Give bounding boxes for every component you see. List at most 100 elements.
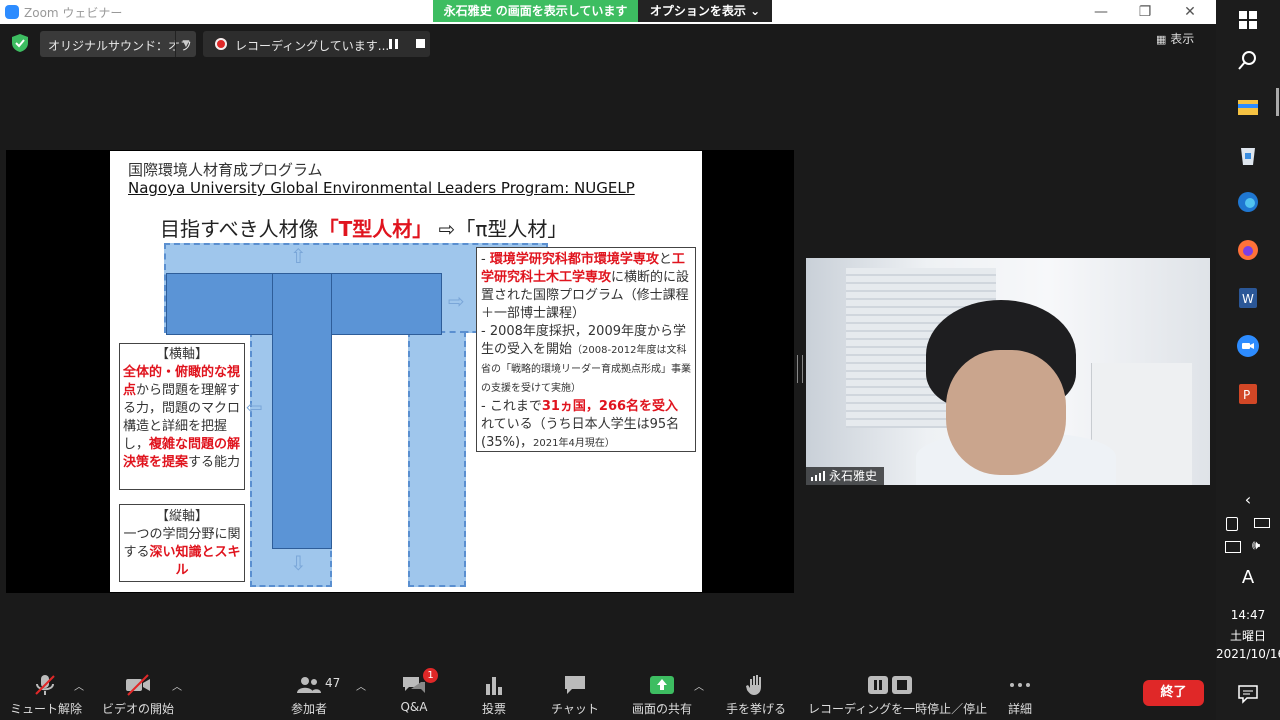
window-title: Zoom ウェビナー — [24, 6, 123, 20]
maximize-icon[interactable]: ❐ — [1130, 2, 1160, 22]
view-options-button[interactable]: オプションを表示 ⌄ — [638, 0, 772, 22]
pause-stop-recording-icon — [868, 676, 912, 694]
arrow-down-icon: ⇩ — [290, 551, 307, 575]
participant-name-tag: 永石雅史 — [806, 467, 884, 485]
microphone-muted-icon — [35, 675, 55, 695]
svg-text:W: W — [1242, 292, 1254, 306]
participants-options-caret[interactable]: ︿ — [356, 678, 366, 693]
video-off-icon — [126, 674, 150, 696]
unmute-button[interactable]: ミュート解除 — [10, 662, 83, 720]
powerpoint-icon[interactable]: P — [1236, 382, 1260, 406]
info-red-3: 31ヵ国，266名を受入 — [541, 399, 679, 414]
participants-button[interactable]: 参加者 — [282, 662, 336, 720]
network-icon[interactable] — [1225, 541, 1241, 553]
security-shield-icon[interactable] — [12, 34, 28, 52]
firefox-icon[interactable] — [1236, 238, 1260, 262]
slide-heading: 目指すべき人材像「T型人材」 ⇨「π型人材」 — [160, 213, 567, 242]
active-indicator — [1276, 88, 1279, 116]
original-sound-toggle[interactable]: オリジナルサウンド：オフ ▼ — [40, 31, 196, 57]
start-video-label: ビデオの開始 — [101, 702, 174, 716]
horizontal-axis-box: 【横軸】 全体的・俯瞰的な視点から問題を理解する力，問題のマクロ構造と詳細を把握… — [119, 343, 245, 490]
volume-icon[interactable]: 🕪 — [1252, 538, 1260, 553]
recording-control-button[interactable]: レコーディングを一時停止／停止 — [808, 662, 988, 720]
polls-icon — [486, 677, 502, 695]
zoom-taskbar-icon[interactable] — [1236, 334, 1260, 358]
view-options-label: オプションを表示 — [649, 4, 746, 18]
more-button[interactable]: 詳細 — [998, 662, 1042, 720]
participant-video[interactable] — [806, 258, 1210, 485]
program-info-box: - 環境学研究科都市環境学専攻と工学研究科土木工学専攻に横断的に設置された国際プ… — [476, 247, 696, 452]
video-options-caret[interactable]: ︿ — [172, 678, 182, 693]
shared-screen: 国際環境人材育成プログラム Nagoya University Global E… — [6, 150, 794, 593]
polls-button[interactable]: 投票 — [472, 662, 516, 720]
usb-icon[interactable] — [1226, 517, 1238, 531]
chevron-left-icon[interactable]: ‹ — [1216, 490, 1280, 509]
panel-splitter-handle[interactable] — [797, 355, 803, 383]
minimize-icon[interactable]: — — [1086, 2, 1116, 22]
horizontal-text-2: する能力 — [188, 455, 241, 470]
arrow-right-icon: ⇨ — [448, 289, 465, 313]
raise-hand-button[interactable]: 手を挙げる — [724, 662, 788, 720]
chat-button[interactable]: チャット — [548, 662, 602, 720]
battery-icon[interactable] — [1254, 518, 1270, 528]
svg-text:P: P — [1243, 388, 1250, 402]
unmute-label: ミュート解除 — [10, 702, 83, 716]
info-text-4: - これまで — [481, 399, 542, 414]
ime-indicator[interactable]: A — [1216, 567, 1280, 588]
heading-t-type: 「T型人材」 — [318, 217, 433, 241]
info-text-4-block: - これまで31ヵ国，266名を受入れている（うち日本人学生は95名(35%)，… — [481, 398, 691, 453]
qa-label: Q&A — [400, 700, 428, 714]
more-dots-icon — [1010, 683, 1030, 687]
end-button[interactable]: 終了 — [1143, 680, 1204, 706]
recording-control-label: レコーディングを一時停止／停止 — [808, 702, 988, 716]
vertical-axis-box: 【縦軸】 一つの学問分野に関する深い知識とスキル — [119, 504, 245, 582]
clock-time[interactable]: 14:47 — [1216, 608, 1280, 622]
windows-start-icon[interactable] — [1236, 8, 1260, 32]
polls-label: 投票 — [481, 702, 506, 716]
participants-count: 47 — [325, 676, 341, 690]
share-options-caret[interactable]: ︿ — [694, 678, 704, 693]
word-icon[interactable]: W — [1236, 286, 1260, 310]
share-screen-button[interactable]: 画面の共有 — [628, 662, 696, 720]
notification-center-icon[interactable] — [1236, 682, 1260, 706]
presentation-slide: 国際環境人材育成プログラム Nagoya University Global E… — [110, 151, 702, 592]
file-explorer-icon[interactable] — [1236, 95, 1260, 119]
slide-title-jp: 国際環境人材育成プログラム — [128, 161, 323, 179]
raise-hand-label: 手を挙げる — [725, 702, 786, 716]
recording-dot-icon — [215, 38, 227, 50]
pi-right-leg — [408, 331, 466, 587]
heading-arrow: ⇨ — [438, 217, 456, 241]
share-screen-icon — [650, 676, 674, 694]
start-video-button[interactable]: ビデオの開始 — [100, 662, 176, 720]
recycle-bin-icon[interactable] — [1236, 143, 1260, 167]
close-icon[interactable]: ✕ — [1175, 2, 1205, 22]
qa-badge: 1 — [423, 668, 438, 683]
vertical-axis-title: 【縦軸】 — [155, 509, 208, 524]
participant-name: 永石雅史 — [829, 469, 878, 483]
audio-options-caret[interactable]: ︿ — [74, 678, 84, 693]
pause-recording-icon[interactable] — [389, 39, 399, 49]
slide-title-en: Nagoya University Global Environmental L… — [128, 179, 635, 197]
clock-date[interactable]: 2021/10/16 — [1216, 647, 1280, 661]
edge-browser-icon[interactable] — [1236, 190, 1260, 214]
horizontal-axis-title: 【横軸】 — [155, 347, 208, 362]
windows-taskbar: W P ‹ 🕪 A 14:47 土曜日 2021/10/16 — [1216, 0, 1280, 720]
person-face — [946, 350, 1066, 475]
info-small-2: 2021年4月現在） — [533, 438, 615, 449]
view-button[interactable]: ▦ 表示 — [1156, 30, 1208, 52]
original-sound-label: オリジナルサウンド：オフ — [48, 39, 193, 53]
info-text-3-block: - 2008年度採択，2009年度から学生の受入を開始（2008-2012年度は… — [481, 323, 691, 398]
arrow-left-icon: ⇦ — [246, 395, 263, 419]
info-red-1: 環境学研究科都市環境学専攻 — [489, 252, 659, 267]
grid-icon: ▦ — [1156, 33, 1167, 46]
chevron-down-icon[interactable]: ▼ — [175, 31, 196, 57]
arrow-up-icon: ⇧ — [290, 244, 307, 268]
clock-weekday[interactable]: 土曜日 — [1216, 627, 1280, 644]
recording-indicator: レコーディングしています... — [203, 31, 430, 57]
recording-status-label: レコーディングしています... — [235, 39, 390, 53]
stop-recording-icon[interactable] — [416, 39, 425, 48]
heading-pi-type: 「π型人材」 — [455, 217, 568, 241]
search-icon[interactable] — [1236, 48, 1260, 72]
chat-icon — [565, 676, 585, 694]
share-screen-label: 画面の共有 — [631, 702, 692, 716]
